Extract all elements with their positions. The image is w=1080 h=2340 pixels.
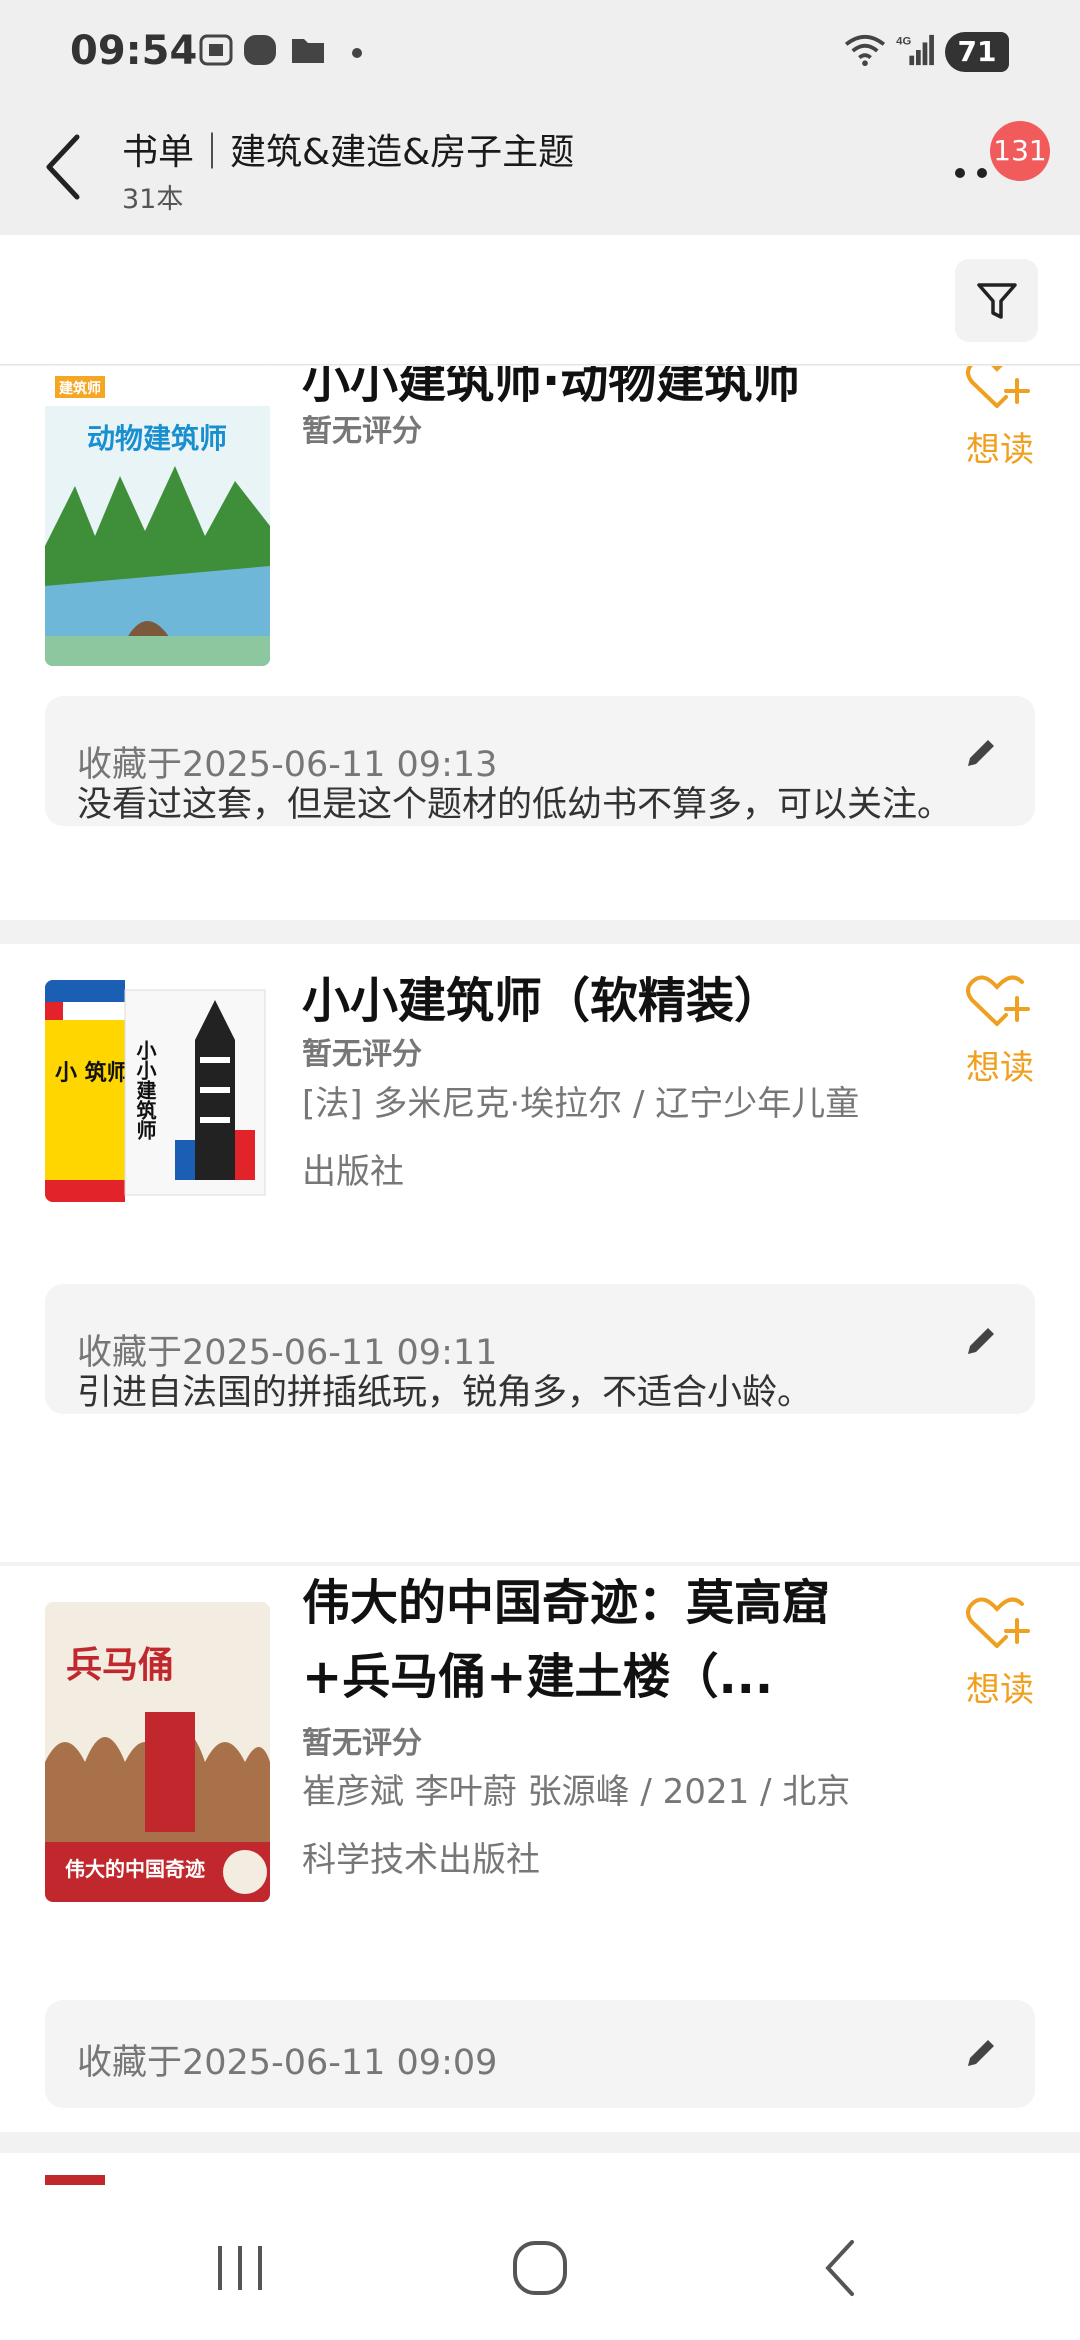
svg-text:伟大的中国奇迹: 伟大的中国奇迹 — [65, 1857, 205, 1881]
book-title[interactable]: 小小建筑师（软精装） — [302, 964, 862, 1038]
battery-indicator: 71 — [945, 32, 1009, 72]
cover-image: 建筑师 动物建筑师 — [45, 366, 270, 666]
note-box: 收藏于2025-06-11 09:11 引进自法国的拼插纸玩，锐角多，不适合小龄… — [45, 1284, 1035, 1414]
book-meta: 崔彦斌 李叶蔚 张源峰 / 2021 / 北京科学技术出版社 — [302, 1772, 851, 1880]
notification-badge[interactable]: 131 — [990, 121, 1050, 181]
cover-image: 兵马俑 伟大的中国奇迹 — [45, 1602, 270, 1902]
home-icon[interactable] — [500, 2228, 580, 2308]
note-box: 收藏于2025-06-11 09:09 — [45, 2000, 1035, 2108]
want-to-read-label[interactable]: 想读 — [962, 422, 1038, 471]
recent-apps-icon[interactable] — [200, 2228, 280, 2308]
want-to-read-label[interactable]: 想读 — [962, 1662, 1038, 1711]
svg-text:小小建筑师: 小小建筑师 — [133, 1040, 157, 1141]
book-rating: 暂无评分 — [302, 1037, 422, 1072]
dot-icon — [352, 48, 362, 58]
list-item[interactable] — [0, 2153, 1080, 2188]
book-rating: 暂无评分 — [302, 1726, 422, 1761]
svg-text:兵马俑: 兵马俑 — [66, 1644, 174, 1686]
system-nav-bar — [0, 2188, 1080, 2340]
list-item[interactable]: 建筑师 动物建筑师 小小建筑师·动物建筑师 暂无评分 想读 收藏于2025-06… — [0, 366, 1080, 920]
folder-icon — [292, 39, 324, 63]
edit-pencil-icon[interactable] — [960, 2032, 1000, 2072]
svg-text:4G: 4G — [896, 35, 911, 47]
app-header: 书单｜建筑&建造&房子主题 31本 131 — [0, 105, 1080, 235]
svg-text:建筑师: 建筑师 — [59, 380, 101, 397]
svg-text:动物建筑师: 动物建筑师 — [87, 422, 227, 455]
signal-4g-icon: 4G — [896, 34, 934, 66]
book-list: 建筑师 动物建筑师 小小建筑师·动物建筑师 暂无评分 想读 收藏于2025-06… — [0, 366, 1080, 2188]
book-cover[interactable]: 兵马俑 伟大的中国奇迹 — [45, 1602, 270, 1902]
book-meta: [法] 多米尼克·埃拉尔 / 辽宁少年儿童出版社 — [302, 1084, 860, 1192]
want-to-read-label[interactable]: 想读 — [962, 1040, 1038, 1089]
book-cover[interactable] — [45, 2175, 105, 2185]
back-nav-icon[interactable] — [800, 2228, 880, 2308]
edit-pencil-icon[interactable] — [960, 1320, 1000, 1360]
book-cover[interactable]: 小 筑师 小小建筑师 — [45, 980, 270, 1202]
list-item[interactable]: 兵马俑 伟大的中国奇迹 伟大的中国奇迹：莫高窟+兵马俑+建土楼（... 暂无评分… — [0, 1566, 1080, 2132]
screenshot-icon — [199, 34, 233, 66]
note-text: 引进自法国的拼插纸玩，锐角多，不适合小龄。 — [77, 1373, 813, 1413]
heart-plus-icon[interactable] — [962, 970, 1032, 1032]
filter-icon — [977, 283, 1017, 319]
cover-image: 小 筑师 小小建筑师 — [45, 980, 270, 1202]
wifi-icon — [844, 34, 886, 67]
book-cover[interactable]: 建筑师 动物建筑师 — [45, 366, 270, 666]
page-title: 书单｜建筑&建造&房子主题 — [122, 132, 575, 173]
note-text: 没看过这套，但是这个题材的低幼书不算多，可以关注。 — [77, 785, 953, 825]
list-toolbar — [0, 235, 1080, 365]
book-title[interactable]: 伟大的中国奇迹：莫高窟+兵马俑+建土楼（... — [302, 1566, 862, 1716]
note-box: 收藏于2025-06-11 09:13 没看过这套，但是这个题材的低幼书不算多，… — [45, 696, 1035, 826]
heart-plus-icon[interactable] — [962, 366, 1032, 414]
edit-pencil-icon[interactable] — [960, 732, 1000, 772]
note-date: 收藏于2025-06-11 09:09 — [77, 2043, 498, 2083]
status-bar: 09:54 4G 71 — [0, 0, 1080, 105]
svg-text:小 筑师: 小 筑师 — [55, 1060, 129, 1086]
back-button[interactable] — [35, 127, 95, 207]
app-icon — [244, 35, 276, 65]
status-time: 09:54 — [70, 28, 198, 74]
heart-plus-icon[interactable] — [962, 1592, 1032, 1654]
filter-button[interactable] — [955, 259, 1038, 342]
page-subtitle: 31本 — [122, 184, 184, 215]
book-rating: 暂无评分 — [302, 414, 422, 449]
list-item-note: 收藏于2025-06-11 09:11 引进自法国的拼插纸玩，锐角多，不适合小龄… — [0, 1284, 1080, 1562]
